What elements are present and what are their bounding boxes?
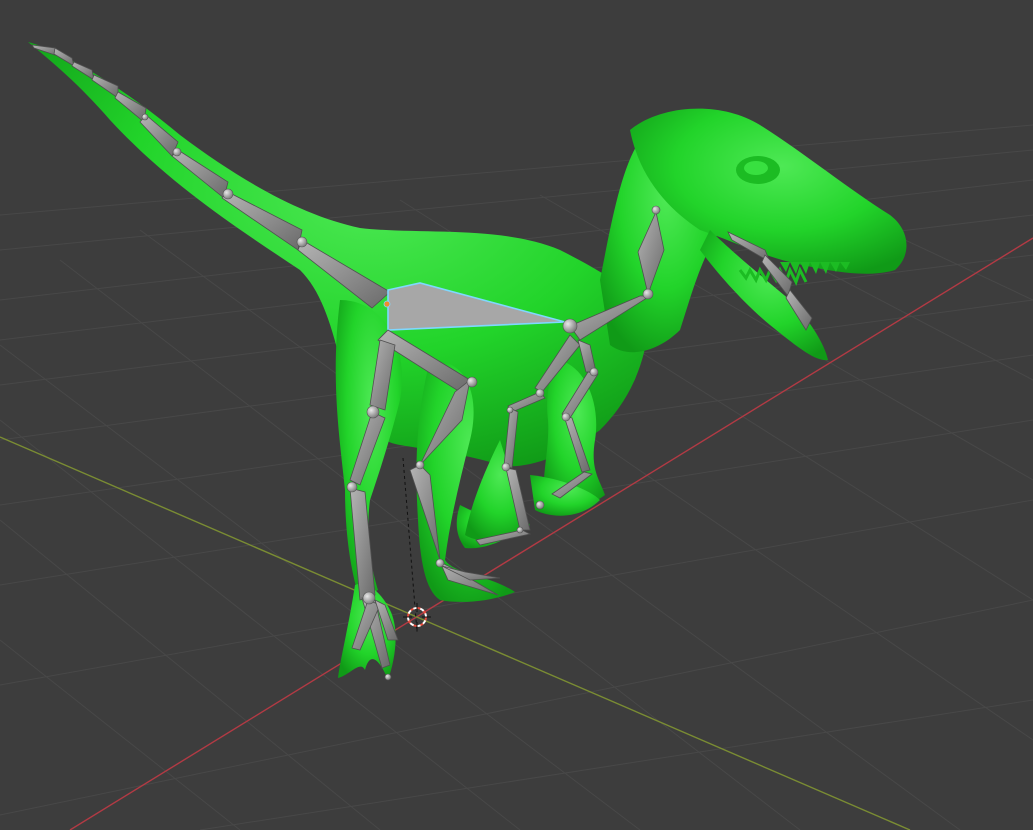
viewport-canvas[interactable] — [0, 0, 1033, 830]
3d-viewport[interactable] — [0, 0, 1033, 830]
selected-joint[interactable] — [383, 300, 391, 308]
